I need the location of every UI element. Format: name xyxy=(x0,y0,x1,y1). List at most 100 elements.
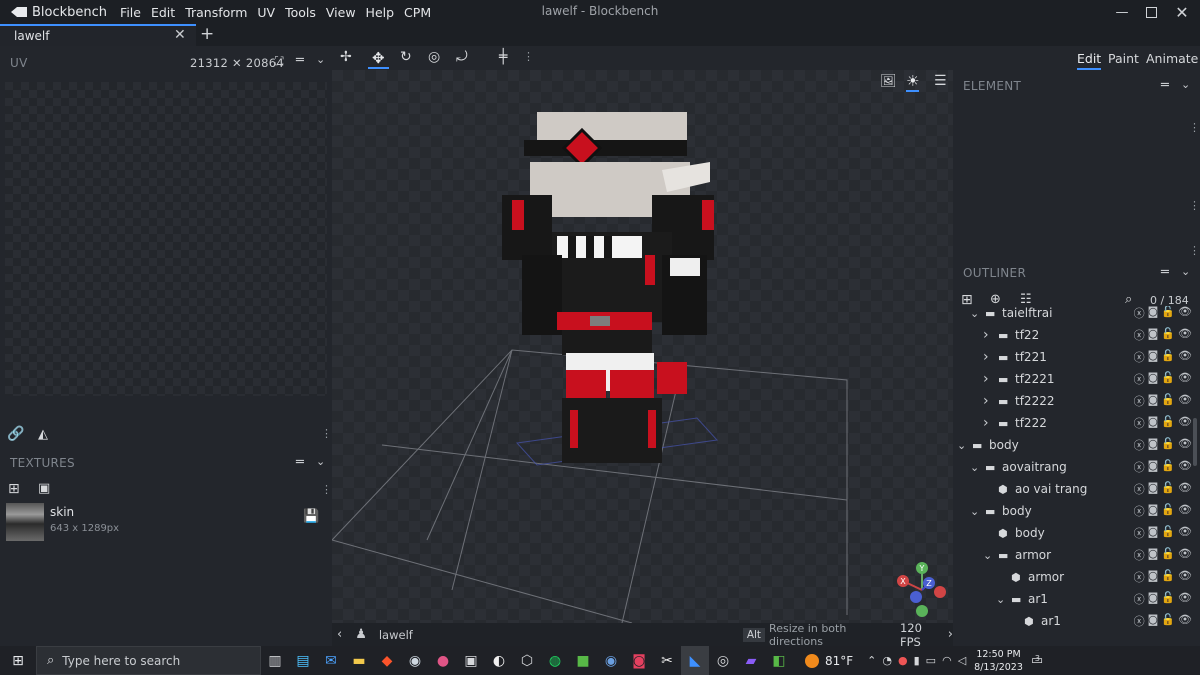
visibility-icon[interactable]: 👁 xyxy=(1178,415,1192,431)
collapse-chevron-icon[interactable]: › xyxy=(983,327,989,343)
menu-tools[interactable]: Tools xyxy=(280,5,321,20)
3d-viewport[interactable]: 🖼 ☀ ☰ Y X Z xyxy=(332,70,953,623)
visibility-icon[interactable]: 👁 xyxy=(1178,349,1192,365)
export-toggle-icon[interactable]: ⓧ xyxy=(1134,525,1145,541)
clock[interactable]: 12:50 PM 8/13/2023 xyxy=(974,648,1023,674)
outliner-group[interactable]: ⌄ ▬ body ⓧ ◙ 🔓 👁 xyxy=(953,500,1200,522)
store-icon[interactable]: ▤ xyxy=(289,646,317,675)
collapse-chevron-icon[interactable]: › xyxy=(983,371,989,387)
visibility-icon[interactable]: 👁 xyxy=(1178,437,1192,453)
lock-toggle-icon[interactable]: 🔓 xyxy=(1161,525,1175,541)
render-toggle-icon[interactable]: ◙ xyxy=(1148,591,1159,607)
new-tab-icon[interactable]: + xyxy=(200,24,214,44)
unity-icon[interactable]: ⬡ xyxy=(513,646,541,675)
export-toggle-icon[interactable]: ⓧ xyxy=(1134,437,1145,453)
element-more-icon[interactable]: ⋮ xyxy=(1189,121,1200,134)
element-chevron-icon[interactable]: ⌄ xyxy=(1181,78,1191,91)
outliner-group[interactable]: ⌄ ▬ taielftrai ⓧ ◙ 🔓 👁 xyxy=(953,306,1200,324)
menu-transform[interactable]: Transform xyxy=(180,5,252,20)
clapper-icon[interactable]: ▰ xyxy=(737,646,765,675)
chevron-left-icon[interactable]: ‹ xyxy=(337,627,342,642)
chevron-down-icon[interactable]: ⌄ xyxy=(316,53,326,66)
visibility-icon[interactable]: 👁 xyxy=(1178,591,1192,607)
export-toggle-icon[interactable]: ⓧ xyxy=(1134,415,1145,431)
textures-menu-icon[interactable]: ═ xyxy=(296,455,304,470)
render-toggle-icon[interactable]: ◙ xyxy=(1148,459,1159,475)
expand-chevron-icon[interactable]: ⌄ xyxy=(957,439,966,452)
export-toggle-icon[interactable]: ⓧ xyxy=(1134,481,1145,497)
lock-toggle-icon[interactable]: 🔓 xyxy=(1161,437,1175,453)
menu-file[interactable]: File xyxy=(115,5,146,20)
align-icon[interactable]: ╪ xyxy=(499,49,507,65)
visibility-icon[interactable]: 👁 xyxy=(1178,393,1192,409)
outliner-cube[interactable]: ⬢ body ⓧ ◙ 🔓 👁 xyxy=(953,522,1200,544)
expand-chevron-icon[interactable]: ⌄ xyxy=(970,505,979,518)
visibility-icon[interactable]: 👁 xyxy=(1178,569,1192,585)
render-toggle-icon[interactable]: ◙ xyxy=(1148,415,1159,431)
render-toggle-icon[interactable]: ◙ xyxy=(1148,569,1159,585)
menu-help[interactable]: Help xyxy=(361,5,400,20)
obs-icon[interactable]: ◎ xyxy=(709,646,737,675)
tray-app-icon[interactable]: ◔ xyxy=(882,654,892,667)
file-explorer-icon[interactable]: ▬ xyxy=(345,646,373,675)
tray-record-icon[interactable]: ● xyxy=(898,654,908,667)
search-icon[interactable]: ⌕ xyxy=(1125,292,1132,307)
export-toggle-icon[interactable]: ⓧ xyxy=(1134,459,1145,475)
outliner-scrollbar[interactable] xyxy=(1193,418,1197,466)
render-toggle-icon[interactable]: ◙ xyxy=(1148,349,1159,365)
qbittorrent-icon[interactable]: ◉ xyxy=(597,646,625,675)
texture-item-skin[interactable]: skin 643 x 1289px 💾 xyxy=(0,500,332,541)
outliner-group[interactable]: ⌄ ▬ armor ⓧ ◙ 🔓 👁 xyxy=(953,544,1200,566)
render-toggle-icon[interactable]: ◙ xyxy=(1148,437,1159,453)
weather-widget[interactable]: 81°F xyxy=(805,653,853,668)
render-toggle-icon[interactable]: ◙ xyxy=(1148,503,1159,519)
minecraft-launcher-icon[interactable]: ◧ xyxy=(765,646,793,675)
brave-icon[interactable]: ◆ xyxy=(373,646,401,675)
outliner-group[interactable]: › ▬ tf221 ⓧ ◙ 🔓 👁 xyxy=(953,346,1200,368)
render-toggle-icon[interactable]: ◙ xyxy=(1148,371,1159,387)
outliner-group[interactable]: ⌄ ▬ body ⓧ ◙ 🔓 👁 xyxy=(953,434,1200,456)
tray-chevron-up-icon[interactable]: ⌃ xyxy=(867,654,876,667)
lock-toggle-icon[interactable]: 🔓 xyxy=(1161,327,1175,343)
lock-toggle-icon[interactable]: 🔓 xyxy=(1161,415,1175,431)
export-toggle-icon[interactable]: ⓧ xyxy=(1134,503,1145,519)
capcut-icon[interactable]: ✂ xyxy=(653,646,681,675)
spotify-icon[interactable]: ◍ xyxy=(541,646,569,675)
outliner-cube[interactable]: ⬢ ao vai trang ⓧ ◙ 🔓 👁 xyxy=(953,478,1200,500)
mode-paint[interactable]: Paint xyxy=(1108,51,1139,66)
lock-toggle-icon[interactable]: 🔓 xyxy=(1161,503,1175,519)
outliner-group[interactable]: › ▬ tf2222 ⓧ ◙ 🔓 👁 xyxy=(953,390,1200,412)
outliner-group[interactable]: › ▬ tf22 ⓧ ◙ 🔓 👁 xyxy=(953,324,1200,346)
lock-toggle-icon[interactable]: 🔓 xyxy=(1161,481,1175,497)
uv-more-icon[interactable]: ⋮ xyxy=(321,427,332,440)
unreal-icon[interactable]: ◐ xyxy=(485,646,513,675)
outliner-menu-icon[interactable]: ═ xyxy=(1161,265,1169,280)
tray-network-icon[interactable]: ▭ xyxy=(926,654,936,667)
notification-center-icon[interactable]: ▭ 3 xyxy=(1031,653,1043,668)
outliner-chevron-icon[interactable]: ⌄ xyxy=(1181,265,1191,278)
tab-lawelf[interactable]: lawelf ✕ xyxy=(0,24,196,46)
lock-toggle-icon[interactable]: 🔓 xyxy=(1161,613,1175,629)
render-toggle-icon[interactable]: ◙ xyxy=(1148,481,1159,497)
visibility-icon[interactable]: 👁 xyxy=(1178,503,1192,519)
visibility-icon[interactable]: 👁 xyxy=(1178,547,1192,563)
outliner-group[interactable]: › ▬ tf2221 ⓧ ◙ 🔓 👁 xyxy=(953,368,1200,390)
visibility-icon[interactable]: 👁 xyxy=(1178,613,1192,629)
game-app-icon[interactable]: ● xyxy=(429,646,457,675)
visibility-icon[interactable]: 👁 xyxy=(1178,525,1192,541)
menu-uv[interactable]: UV xyxy=(252,5,280,20)
import-texture-icon[interactable]: ▣ xyxy=(38,481,50,496)
element-menu-icon[interactable]: ═ xyxy=(1161,78,1169,93)
export-toggle-icon[interactable]: ⓧ xyxy=(1134,547,1145,563)
expand-chevron-icon[interactable]: ⌄ xyxy=(996,593,1005,606)
lock-toggle-icon[interactable]: 🔓 xyxy=(1161,306,1175,321)
export-toggle-icon[interactable]: ⓧ xyxy=(1134,613,1145,629)
collapse-all-icon[interactable]: ☷ xyxy=(1020,292,1032,307)
outliner-group[interactable]: › ▬ tf222 ⓧ ◙ 🔓 👁 xyxy=(953,412,1200,434)
lock-toggle-icon[interactable]: 🔓 xyxy=(1161,591,1175,607)
outliner-group[interactable]: ⌄ ▬ ar1 ⓧ ◙ 🔓 👁 xyxy=(953,588,1200,610)
instagram-icon[interactable]: ◙ xyxy=(625,646,653,675)
export-toggle-icon[interactable]: ⓧ xyxy=(1134,591,1145,607)
move-pivot-icon[interactable]: ✢ xyxy=(340,49,352,65)
export-toggle-icon[interactable]: ⓧ xyxy=(1134,569,1145,585)
